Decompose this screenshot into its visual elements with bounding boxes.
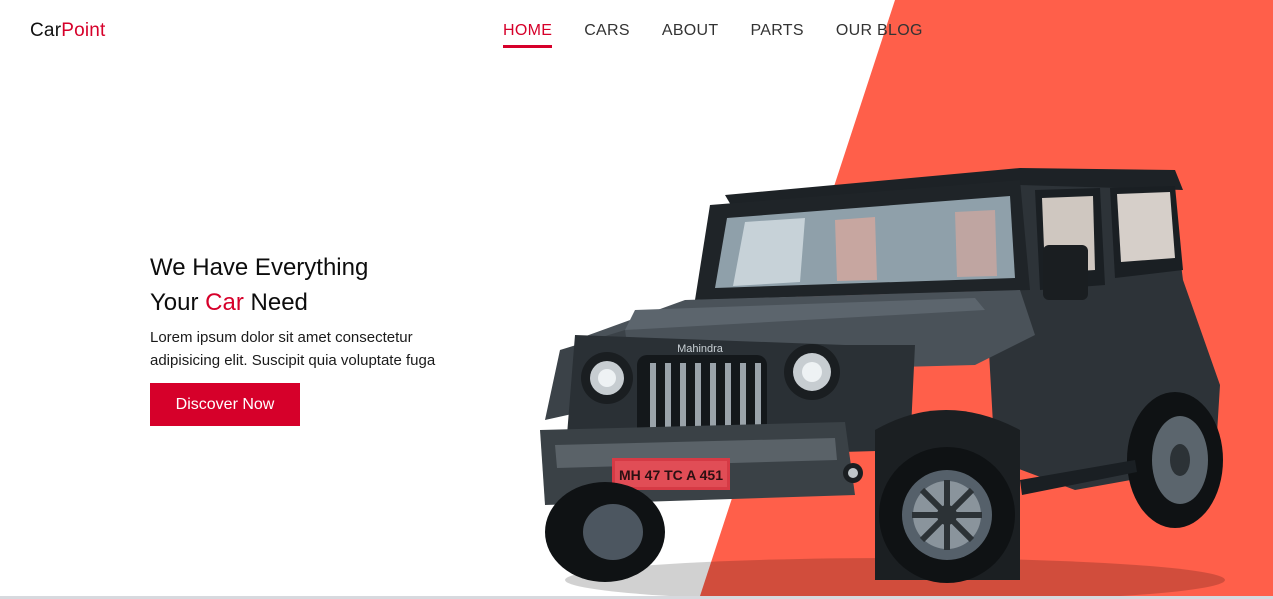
- description-line-1: Lorem ipsum dolor sit amet consectetur: [150, 329, 413, 346]
- headline-line-1: We Have Everything: [150, 254, 369, 281]
- nav-parts[interactable]: PARTS: [750, 22, 803, 48]
- grille-badge: Mahindra: [677, 343, 724, 355]
- hero-description: Lorem ipsum dolor sit amet consectetur a…: [150, 326, 510, 372]
- description-line-2: adipisicing elit. Suscipit quia voluptat…: [150, 352, 436, 369]
- main-nav: HOME CARS ABOUT PARTS OUR BLOG: [503, 22, 955, 48]
- headline-line-2-pre: Your: [150, 289, 206, 316]
- license-plate-text: MH 47 TC A 451: [619, 467, 723, 483]
- headline-line-2-post: Need: [243, 289, 308, 316]
- page: CarPoint HOME CARS ABOUT PARTS OUR BLOG …: [0, 0, 1273, 599]
- suv-jeep-image: Mahindra MH 47 TC A 451: [540, 168, 1225, 599]
- nav-about[interactable]: ABOUT: [662, 22, 719, 48]
- logo-text-point: Point: [61, 20, 106, 41]
- nav-cars[interactable]: CARS: [584, 22, 630, 48]
- hero-text-block: We Have Everything Your Car Need Lorem i…: [150, 250, 510, 426]
- nav-home[interactable]: HOME: [503, 22, 553, 48]
- headline-accent-word: Car: [205, 289, 244, 316]
- site-logo[interactable]: CarPoint: [30, 20, 106, 42]
- hero-headline: We Have Everything Your Car Need: [150, 250, 510, 320]
- nav-our-blog[interactable]: OUR BLOG: [836, 22, 923, 48]
- discover-now-button[interactable]: Discover Now: [150, 383, 300, 426]
- logo-text-car: Car: [30, 20, 62, 41]
